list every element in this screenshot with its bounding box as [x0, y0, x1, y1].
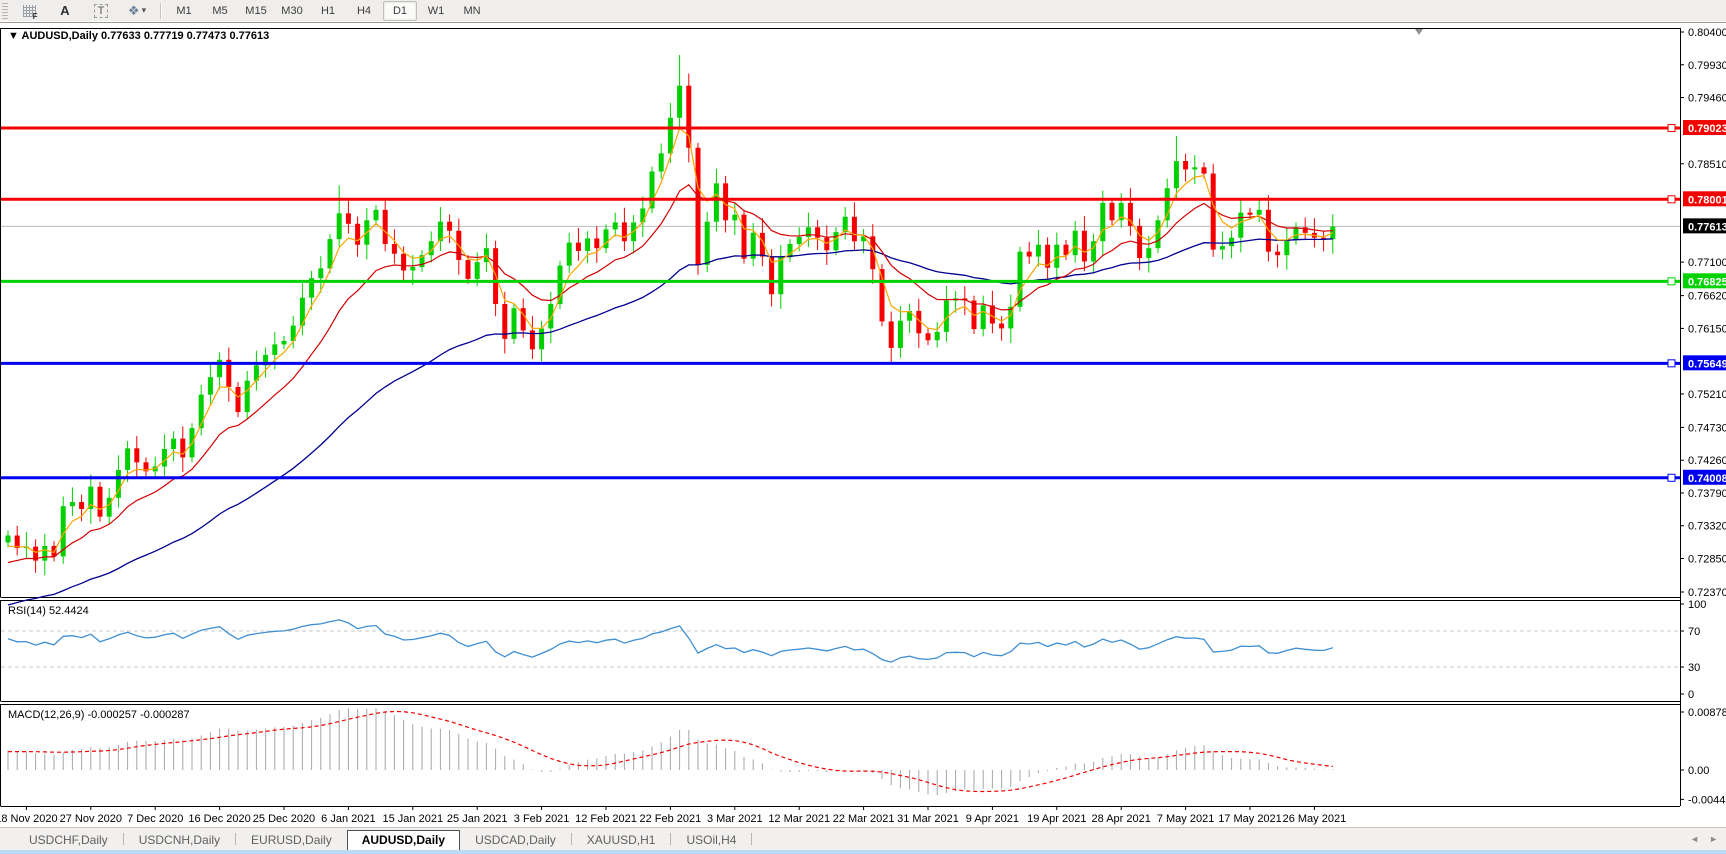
svg-text:0.74730: 0.74730 [1688, 422, 1726, 434]
dropdown-caret-icon: ▾ [142, 5, 147, 16]
tab-usdcad-daily[interactable]: USDCAD,Daily [460, 830, 571, 850]
timeframe-h1-button[interactable]: H1 [311, 1, 345, 21]
tab-scroll-left-button[interactable]: ◄ [1690, 834, 1699, 844]
svg-text:3 Mar 2021: 3 Mar 2021 [707, 813, 763, 825]
svg-text:0.76825: 0.76825 [1688, 276, 1726, 288]
svg-text:0.72850: 0.72850 [1688, 554, 1726, 566]
panel-borders [1, 28, 1681, 807]
svg-text:19 Apr 2021: 19 Apr 2021 [1027, 813, 1086, 825]
svg-text:-0.004451: -0.004451 [1688, 794, 1726, 806]
svg-text:7 May 2021: 7 May 2021 [1157, 813, 1214, 825]
chart-canvas[interactable]: 0.80400 0.79930 0.79460 0.78510 0.77100 0.766… [0, 23, 1726, 827]
svg-text:30: 30 [1688, 662, 1700, 674]
svg-text:0.76620: 0.76620 [1688, 291, 1726, 303]
timeframe-mn-button[interactable]: MN [455, 1, 489, 21]
symbol-ohlc-header: ▼ AUDUSD,Daily 0.77633 0.77719 0.77473 0… [8, 30, 269, 42]
svg-text:0.79930: 0.79930 [1688, 60, 1726, 72]
market-watch-grid-icon: F [23, 5, 36, 17]
macd-header: MACD(12,26,9) -0.000257 -0.000287 [8, 709, 190, 721]
level-handle[interactable] [1668, 278, 1675, 285]
svg-text:0.72370: 0.72370 [1688, 587, 1726, 599]
svg-text:100: 100 [1688, 599, 1706, 611]
level-handle[interactable] [1668, 196, 1675, 203]
timeframe-w1-button[interactable]: W1 [419, 1, 453, 21]
tab-usoil-h4[interactable]: USOil,H4 [671, 830, 751, 850]
text-select-button[interactable]: T [84, 1, 118, 21]
indicator-panes: 100 70 30 0 0.008782 0.00 -0.004451 18 Nov 2020… [0, 599, 1726, 825]
svg-text:0.78510: 0.78510 [1688, 159, 1726, 171]
svg-text:22 Feb 2021: 22 Feb 2021 [640, 813, 702, 825]
svg-text:0.73320: 0.73320 [1688, 521, 1726, 533]
level-handle[interactable] [1668, 360, 1675, 367]
svg-text:70: 70 [1688, 626, 1700, 638]
timeframe-m5-button[interactable]: M5 [203, 1, 237, 21]
tab-divider [751, 833, 752, 845]
market-watch-button[interactable]: F [12, 1, 46, 21]
svg-text:0.77100: 0.77100 [1688, 257, 1726, 269]
tab-eurusd-daily[interactable]: EURUSD,Daily [236, 830, 347, 850]
timeframe-d1-button[interactable]: D1 [383, 1, 417, 21]
timeframe-m1-button[interactable]: M1 [167, 1, 201, 21]
timeframe-h4-button[interactable]: H4 [347, 1, 381, 21]
tab-usdchf-daily[interactable]: USDCHF,Daily [14, 830, 123, 850]
text-annotation-button[interactable]: A [48, 1, 82, 21]
timeframe-m30-button[interactable]: M30 [275, 1, 309, 21]
window-bottom-strip [0, 850, 1726, 854]
toolbar-separator [160, 3, 161, 19]
chart-tab-bar: USDCHF,Daily USDCNH,Daily EURUSD,Daily A… [0, 827, 1726, 850]
price-axis: 0.80400 0.79930 0.79460 0.78510 0.77100 0.766… [1680, 27, 1726, 599]
svg-text:0.77613: 0.77613 [1688, 221, 1726, 233]
svg-text:25 Jan 2021: 25 Jan 2021 [447, 813, 508, 825]
timeframe-m15-button[interactable]: M15 [239, 1, 273, 21]
tab-scroll-right-button[interactable]: ► [1709, 834, 1718, 844]
tab-xauusd-h1[interactable]: XAUUSD,H1 [572, 830, 671, 850]
svg-text:25 Dec 2020: 25 Dec 2020 [253, 813, 315, 825]
svg-text:0: 0 [1688, 689, 1694, 701]
svg-text:0.80400: 0.80400 [1688, 27, 1726, 39]
svg-text:0.76150: 0.76150 [1688, 323, 1726, 335]
svg-text:0.78001: 0.78001 [1688, 194, 1726, 206]
level-handle[interactable] [1668, 474, 1675, 481]
svg-text:3 Feb 2021: 3 Feb 2021 [514, 813, 570, 825]
svg-text:26 May 2021: 26 May 2021 [1283, 813, 1347, 825]
svg-text:7 Dec 2020: 7 Dec 2020 [127, 813, 183, 825]
svg-text:0.00: 0.00 [1688, 765, 1709, 777]
svg-text:9 Apr 2021: 9 Apr 2021 [966, 813, 1019, 825]
text-select-icon: T [94, 4, 109, 18]
chart-shift-marker-icon [1415, 29, 1423, 35]
svg-text:0.74260: 0.74260 [1688, 455, 1726, 467]
svg-text:0.79460: 0.79460 [1688, 93, 1726, 105]
svg-text:18 Nov 2020: 18 Nov 2020 [0, 813, 58, 825]
svg-text:22 Mar 2021: 22 Mar 2021 [833, 813, 895, 825]
objects-button[interactable]: ❖ ▾ [120, 1, 154, 21]
toolbar-drag-handle[interactable] [2, 3, 8, 19]
svg-text:0.75210: 0.75210 [1688, 389, 1726, 401]
svg-text:27 Nov 2020: 27 Nov 2020 [60, 813, 122, 825]
svg-text:0.73790: 0.73790 [1688, 488, 1726, 500]
svg-text:12 Mar 2021: 12 Mar 2021 [768, 813, 830, 825]
top-toolbar: F A T ❖ ▾ M1 M5 M15 M30 H1 H4 D1 W1 MN [0, 0, 1726, 23]
svg-text:28 Apr 2021: 28 Apr 2021 [1092, 813, 1151, 825]
svg-text:0.79023: 0.79023 [1688, 123, 1726, 135]
candles-layer [6, 55, 1336, 575]
tab-audusd-daily[interactable]: AUDUSD,Daily [347, 830, 460, 850]
tab-usdcnh-daily[interactable]: USDCNH,Daily [124, 830, 235, 850]
svg-text:12 Feb 2021: 12 Feb 2021 [575, 813, 637, 825]
horizontal-levels-layer[interactable] [1, 125, 1680, 482]
svg-text:17 May 2021: 17 May 2021 [1218, 813, 1282, 825]
text-annotation-icon: A [60, 3, 69, 18]
rsi-header: RSI(14) 52.4424 [8, 605, 89, 617]
svg-text:0.008782: 0.008782 [1688, 707, 1726, 719]
svg-text:0.75649: 0.75649 [1688, 358, 1726, 370]
svg-text:16 Dec 2020: 16 Dec 2020 [188, 813, 250, 825]
svg-text:15 Jan 2021: 15 Jan 2021 [383, 813, 444, 825]
level-handle[interactable] [1668, 125, 1675, 132]
svg-text:6 Jan 2021: 6 Jan 2021 [321, 813, 375, 825]
objects-icon: ❖ [128, 3, 140, 19]
svg-text:0.74008: 0.74008 [1688, 473, 1726, 485]
svg-text:31 Mar 2021: 31 Mar 2021 [897, 813, 959, 825]
